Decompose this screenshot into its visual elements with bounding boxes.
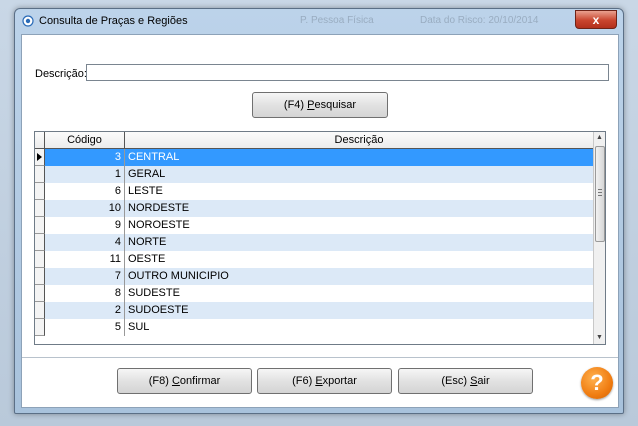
window-title: Consulta de Praças e Regiões [39,15,188,27]
help-button[interactable]: ? [581,367,613,399]
row-indicator[interactable] [35,217,45,234]
cell-code[interactable]: 10 [45,200,125,217]
header-indicator-cell [35,132,45,148]
table-row[interactable]: 9 NOROESTE [35,217,593,234]
export-button[interactable]: (F6) Exportar [257,368,392,394]
confirm-button[interactable]: (F8) Confirmar [117,368,252,394]
table-row[interactable]: 5 SUL [35,319,593,336]
cell-description[interactable]: NOROESTE [125,217,593,234]
table-row[interactable]: 1 GERAL [35,166,593,183]
table-row[interactable]: 10 NORDESTE [35,200,593,217]
row-indicator[interactable] [35,200,45,217]
close-button[interactable]: x [575,10,617,29]
table-row[interactable]: 7 OUTRO MUNICIPIO [35,268,593,285]
cell-description[interactable]: SUDOESTE [125,302,593,319]
grid-header: Código Descrição [35,132,593,149]
app-icon [22,15,34,27]
exit-button[interactable]: (Esc) Sair [398,368,533,394]
vertical-scrollbar[interactable]: ▲ ▼ [593,132,605,344]
cell-code[interactable]: 4 [45,234,125,251]
row-indicator[interactable] [35,319,45,336]
dialog-window: Consulta de Praças e Regiões P. Pessoa F… [14,8,624,414]
table-row[interactable]: 11 OESTE [35,251,593,268]
scroll-thumb[interactable] [595,146,605,242]
row-indicator[interactable] [35,149,45,166]
cell-description[interactable]: SUDESTE [125,285,593,302]
cell-code[interactable]: 1 [45,166,125,183]
row-indicator[interactable] [35,251,45,268]
cell-code[interactable]: 11 [45,251,125,268]
results-grid[interactable]: Código Descrição 3 CENTRAL 1 GERAL 6 LESTE 10 N… [34,131,606,345]
scroll-up-arrow-icon[interactable]: ▲ [594,132,605,144]
row-indicator[interactable] [35,183,45,200]
description-label: Descrição: [35,68,87,80]
cell-description[interactable]: OUTRO MUNICIPIO [125,268,593,285]
cell-code[interactable]: 6 [45,183,125,200]
cell-description[interactable]: NORTE [125,234,593,251]
grip-icon [598,189,602,196]
current-row-arrow-icon [37,153,42,161]
cell-code[interactable]: 5 [45,319,125,336]
cell-code[interactable]: 8 [45,285,125,302]
column-header-code[interactable]: Código [45,132,125,148]
cell-description[interactable]: GERAL [125,166,593,183]
scroll-down-arrow-icon[interactable]: ▼ [594,332,605,344]
cell-description[interactable]: NORDESTE [125,200,593,217]
cell-description[interactable]: CENTRAL [125,149,593,166]
cell-code[interactable]: 9 [45,217,125,234]
cell-description[interactable]: SUL [125,319,593,336]
cell-code[interactable]: 3 [45,149,125,166]
cell-description[interactable]: OESTE [125,251,593,268]
table-row[interactable]: 4 NORTE [35,234,593,251]
table-row[interactable]: 3 CENTRAL [35,149,593,166]
search-button[interactable]: (F4) Pesquisar [252,92,388,118]
divider [22,357,618,358]
cell-description[interactable]: LESTE [125,183,593,200]
cell-code[interactable]: 7 [45,268,125,285]
row-indicator[interactable] [35,166,45,183]
row-indicator[interactable] [35,285,45,302]
row-indicator[interactable] [35,234,45,251]
cell-code[interactable]: 2 [45,302,125,319]
table-row[interactable]: 6 LESTE [35,183,593,200]
row-indicator[interactable] [35,302,45,319]
dialog-body: Descrição: (F4) Pesquisar Código Descriç… [21,34,619,408]
table-row[interactable]: 8 SUDESTE [35,285,593,302]
row-indicator[interactable] [35,268,45,285]
description-input[interactable] [86,64,609,81]
background-ghost-text: Data do Risco: 20/10/2014 [420,15,539,26]
table-row[interactable]: 2 SUDOESTE [35,302,593,319]
column-header-description[interactable]: Descrição [125,132,593,148]
title-bar: Consulta de Praças e Regiões P. Pessoa F… [15,9,623,33]
grid-rows: 3 CENTRAL 1 GERAL 6 LESTE 10 NORDESTE 9 NOROESTE 4… [35,149,593,336]
background-ghost-text: P. Pessoa Física [300,15,374,26]
